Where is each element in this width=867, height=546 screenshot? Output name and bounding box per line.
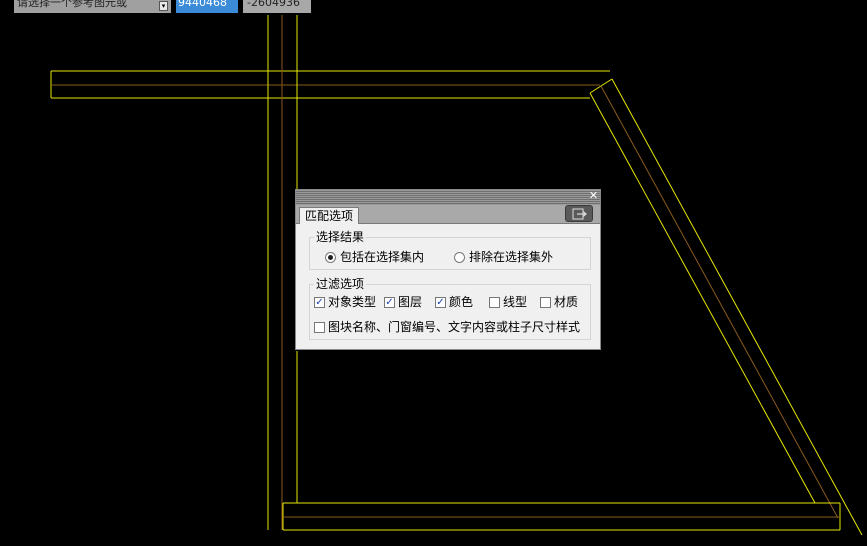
layer-checkbox[interactable]: ✓ 图层 xyxy=(384,295,422,309)
checkmark-icon: ✓ xyxy=(435,296,446,308)
pin-button[interactable] xyxy=(565,205,593,222)
wall-centerline xyxy=(600,85,839,519)
coordinate-x-value: 9440468 xyxy=(178,0,227,9)
include-in-selection-radio[interactable]: 包括在选择集内 xyxy=(325,250,424,264)
exclude-from-selection-label: 排除在选择集外 xyxy=(469,250,554,264)
object-type-label: 对象类型 xyxy=(328,295,377,309)
dropdown-arrow-icon[interactable]: ▾ xyxy=(159,1,168,11)
checkbox-icon xyxy=(540,296,551,308)
coordinate-y-value: -2604936 xyxy=(247,0,300,9)
filter-options-title: 过滤选项 xyxy=(314,277,367,291)
match-options-dialog: ✕ 匹配选项 选择结果 包括在选择集内 排除在选择集外 过滤选项 ✓ 对象类型 … xyxy=(295,189,601,350)
material-checkbox[interactable]: 材质 xyxy=(540,295,578,309)
selection-result-title: 选择结果 xyxy=(314,230,367,244)
checkbox-icon xyxy=(489,296,500,308)
checkmark-icon: ✓ xyxy=(314,296,325,308)
linetype-checkbox[interactable]: 线型 xyxy=(489,295,527,309)
radio-icon xyxy=(325,251,336,263)
object-type-checkbox[interactable]: ✓ 对象类型 xyxy=(314,295,376,309)
command-prompt-text: 请选择一个参考图元或 xyxy=(17,0,127,9)
material-label: 材质 xyxy=(554,295,579,309)
exit-icon xyxy=(572,208,587,220)
block-name-checkbox[interactable]: 图块名称、门窗编号、文字内容或柱子尺寸样式 xyxy=(314,320,580,334)
dialog-tabstrip: 匹配选项 xyxy=(296,205,600,224)
checkbox-icon xyxy=(314,321,325,333)
layer-label: 图层 xyxy=(398,295,423,309)
color-label: 颜色 xyxy=(449,295,474,309)
wall-line xyxy=(589,92,816,504)
color-checkbox[interactable]: ✓ 颜色 xyxy=(435,295,473,309)
checkmark-icon: ✓ xyxy=(384,296,395,308)
command-prompt: 请选择一个参考图元或 ▾ xyxy=(14,0,171,13)
exclude-from-selection-radio[interactable]: 排除在选择集外 xyxy=(454,250,553,264)
block-name-label: 图块名称、门窗编号、文字内容或柱子尺寸样式 xyxy=(328,320,581,334)
coordinate-y-input[interactable]: -2604936 xyxy=(243,0,311,13)
coordinate-x-input[interactable]: 9440468 xyxy=(176,0,238,13)
linetype-label: 线型 xyxy=(503,295,528,309)
tab-match-options[interactable]: 匹配选项 xyxy=(299,207,360,224)
include-in-selection-label: 包括在选择集内 xyxy=(340,250,425,264)
dialog-titlebar[interactable]: ✕ xyxy=(296,190,600,205)
close-icon[interactable]: ✕ xyxy=(588,190,599,202)
radio-icon xyxy=(454,251,465,263)
wall-line xyxy=(611,78,863,536)
